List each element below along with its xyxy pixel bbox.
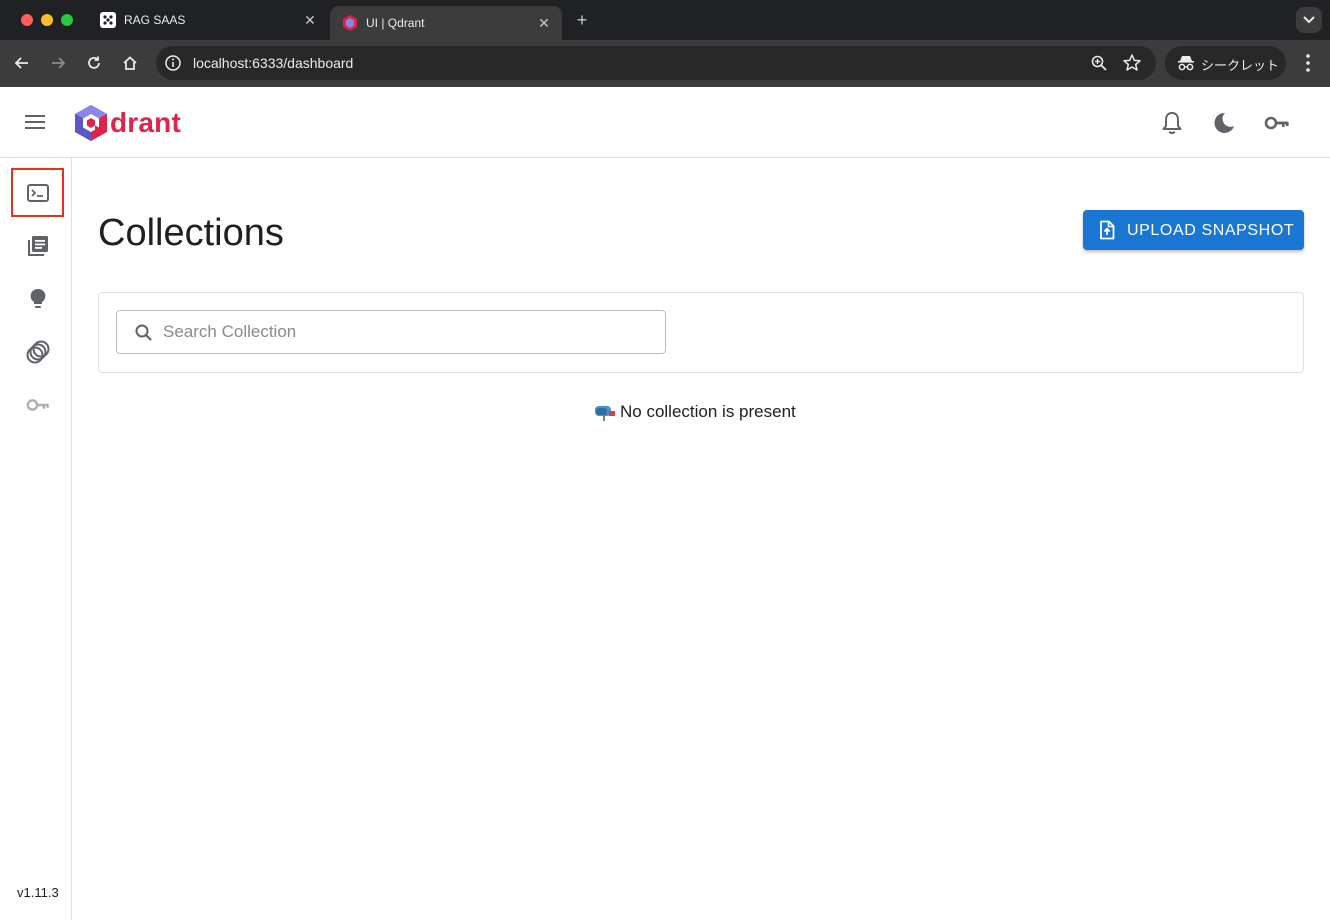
qdrant-favicon-icon [342,15,358,31]
window-close-button[interactable] [21,14,33,26]
empty-state: No collection is present [594,402,796,422]
forward-arrow-icon[interactable] [47,52,69,74]
rings-icon [26,340,49,363]
address-bar[interactable]: localhost:6333/dashboard [156,46,1156,80]
logo-wordmark: drant [110,107,181,138]
api-key-icon[interactable] [1263,109,1291,137]
sidebar-item-datasets[interactable] [11,327,64,376]
tab-title: RAG SAAS [124,13,186,27]
zoom-icon[interactable] [1090,54,1108,72]
upload-file-icon [1100,220,1115,240]
search-field[interactable] [116,310,666,354]
site-info-icon[interactable] [164,54,182,72]
notifications-bell-icon[interactable] [1158,109,1186,137]
browser-tab-strip: RAG SAAS ✕ UI | Qdrant ✕ + [0,0,1330,40]
bookmark-star-icon[interactable] [1122,53,1142,73]
search-icon [135,324,152,341]
browser-tab-qdrant[interactable]: UI | Qdrant ✕ [330,6,562,40]
reload-icon[interactable] [83,52,105,74]
window-minimize-button[interactable] [41,14,53,26]
sidebar-item-console[interactable] [11,168,64,217]
qdrant-logo-icon [75,105,107,141]
url-text: localhost:6333/dashboard [193,55,354,71]
page-title: Collections [98,212,284,254]
tab-search-chevron-icon[interactable] [1296,7,1322,33]
lightbulb-icon [30,288,45,308]
sidebar: v1.11.3 [0,158,72,920]
upload-snapshot-button[interactable]: UPLOAD SNAPSHOT [1083,210,1304,250]
version-label: v1.11.3 [17,885,59,900]
search-input[interactable] [163,320,643,344]
browser-toolbar: localhost:6333/dashboard シークレット [0,40,1330,87]
incognito-indicator[interactable]: シークレット [1165,46,1286,80]
browser-menu-icon[interactable] [1298,52,1318,74]
rag-saas-favicon-icon [100,12,116,28]
browser-tab-rag-saas[interactable]: RAG SAAS ✕ [88,0,328,40]
new-tab-button[interactable]: + [572,10,592,30]
incognito-label: シークレット [1201,58,1280,73]
main-content: Collections UPLOAD SNAPSHOT No collectio… [72,158,1330,920]
sidebar-item-access-tokens[interactable] [11,380,64,429]
tab-close-icon[interactable]: ✕ [302,12,318,28]
search-card [98,292,1304,373]
back-arrow-icon[interactable] [11,52,33,74]
app-header: drant [0,87,1330,158]
incognito-icon [1178,56,1194,71]
home-icon[interactable] [119,52,141,74]
tab-title: UI | Qdrant [366,16,425,30]
empty-message: No collection is present [620,402,796,421]
library-books-icon [27,235,48,256]
sidebar-item-tutorial[interactable] [11,274,64,323]
dark-mode-moon-icon[interactable] [1210,109,1238,137]
menu-icon[interactable] [22,109,48,135]
sidebar-item-collections[interactable] [11,221,64,270]
mailbox-icon [595,406,615,421]
qdrant-logo[interactable]: drant [74,104,181,142]
terminal-icon [26,183,49,202]
tab-close-icon[interactable]: ✕ [536,15,552,31]
key-icon [26,398,49,411]
upload-snapshot-label: UPLOAD SNAPSHOT [1127,222,1295,239]
window-zoom-button[interactable] [61,14,73,26]
